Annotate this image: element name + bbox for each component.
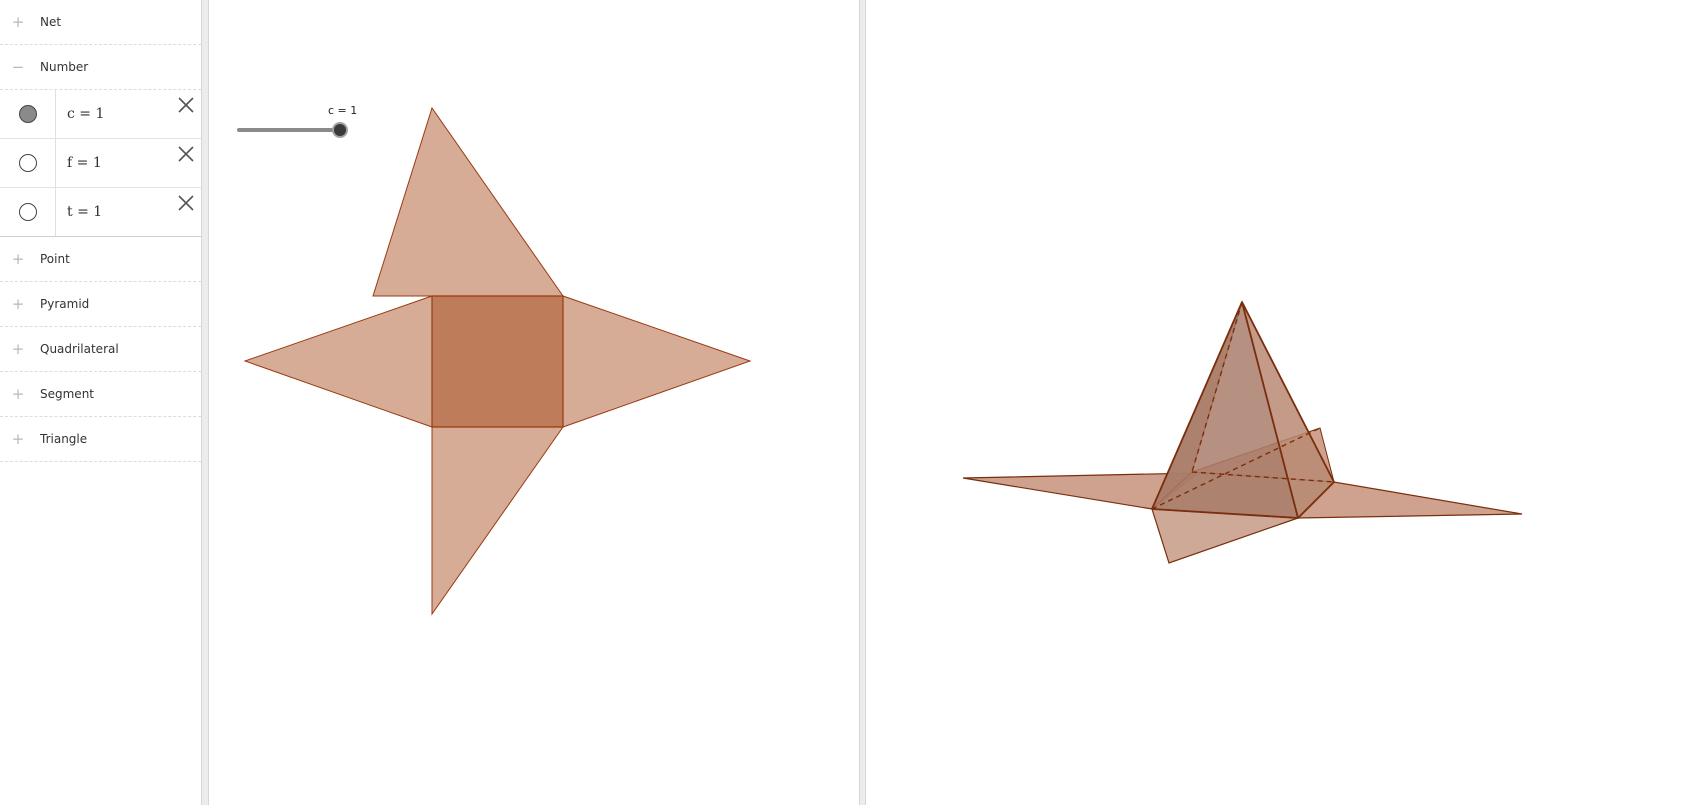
close-x-icon[interactable]	[177, 145, 195, 163]
visibility-cell	[0, 90, 56, 138]
view-splitter[interactable]	[201, 0, 209, 805]
algebra-item-c[interactable]: c = 1	[0, 90, 201, 139]
algebra-item-f[interactable]: f = 1	[0, 139, 201, 188]
group-label-net: Net	[40, 15, 62, 29]
pyramid-3d-drawing	[962, 300, 1523, 564]
pyramid-flap-right[interactable]	[1296, 481, 1523, 519]
plus-icon[interactable]: +	[0, 431, 36, 447]
net-triangle-right[interactable]	[562, 295, 752, 428]
close-x-icon[interactable]	[177, 194, 195, 212]
group-net[interactable]: + Net	[0, 0, 201, 45]
plus-icon[interactable]: +	[0, 386, 36, 402]
algebra-item-t[interactable]: t = 1	[0, 188, 201, 237]
graphics-view-3d[interactable]	[866, 0, 1703, 805]
net-square-base[interactable]	[431, 295, 564, 428]
group-label-pyramid: Pyramid	[40, 297, 90, 311]
group-quadrilateral[interactable]: + Quadrilateral	[0, 327, 201, 372]
group-label-number: Number	[40, 60, 89, 74]
group-label-triangle: Triangle	[40, 432, 88, 446]
group-point[interactable]: + Point	[0, 237, 201, 282]
net-drawing	[243, 106, 752, 616]
visibility-marble-icon[interactable]	[18, 105, 37, 123]
graphics-view-2d[interactable]: c = 1	[209, 0, 859, 805]
algebra-view: + Net − Number c = 1 f = 1 t = 1 + Point…	[0, 0, 201, 805]
plus-icon[interactable]: +	[0, 14, 36, 30]
group-number[interactable]: − Number	[0, 45, 201, 90]
plus-icon[interactable]: +	[0, 341, 36, 357]
group-label-point: Point	[40, 252, 70, 266]
visibility-marble-icon[interactable]	[18, 154, 37, 172]
plus-icon[interactable]: +	[0, 251, 36, 267]
net-triangle-bottom[interactable]	[431, 426, 564, 616]
net-triangle-left[interactable]	[243, 295, 433, 428]
close-x-icon[interactable]	[177, 96, 195, 114]
group-label-segment: Segment	[40, 387, 94, 401]
group-label-quadrilateral: Quadrilateral	[40, 342, 119, 356]
group-segment[interactable]: + Segment	[0, 372, 201, 417]
view-splitter-2[interactable]	[859, 0, 866, 805]
geogebra-app: + Net − Number c = 1 f = 1 t = 1 + Point…	[0, 0, 1703, 805]
plus-icon[interactable]: +	[0, 296, 36, 312]
net-triangle-top[interactable]	[372, 106, 564, 297]
group-triangle[interactable]: + Triangle	[0, 417, 201, 462]
visibility-cell	[0, 139, 56, 187]
visibility-cell	[0, 188, 56, 236]
minus-icon[interactable]: −	[0, 59, 36, 75]
visibility-marble-icon[interactable]	[18, 203, 37, 221]
group-pyramid[interactable]: + Pyramid	[0, 282, 201, 327]
